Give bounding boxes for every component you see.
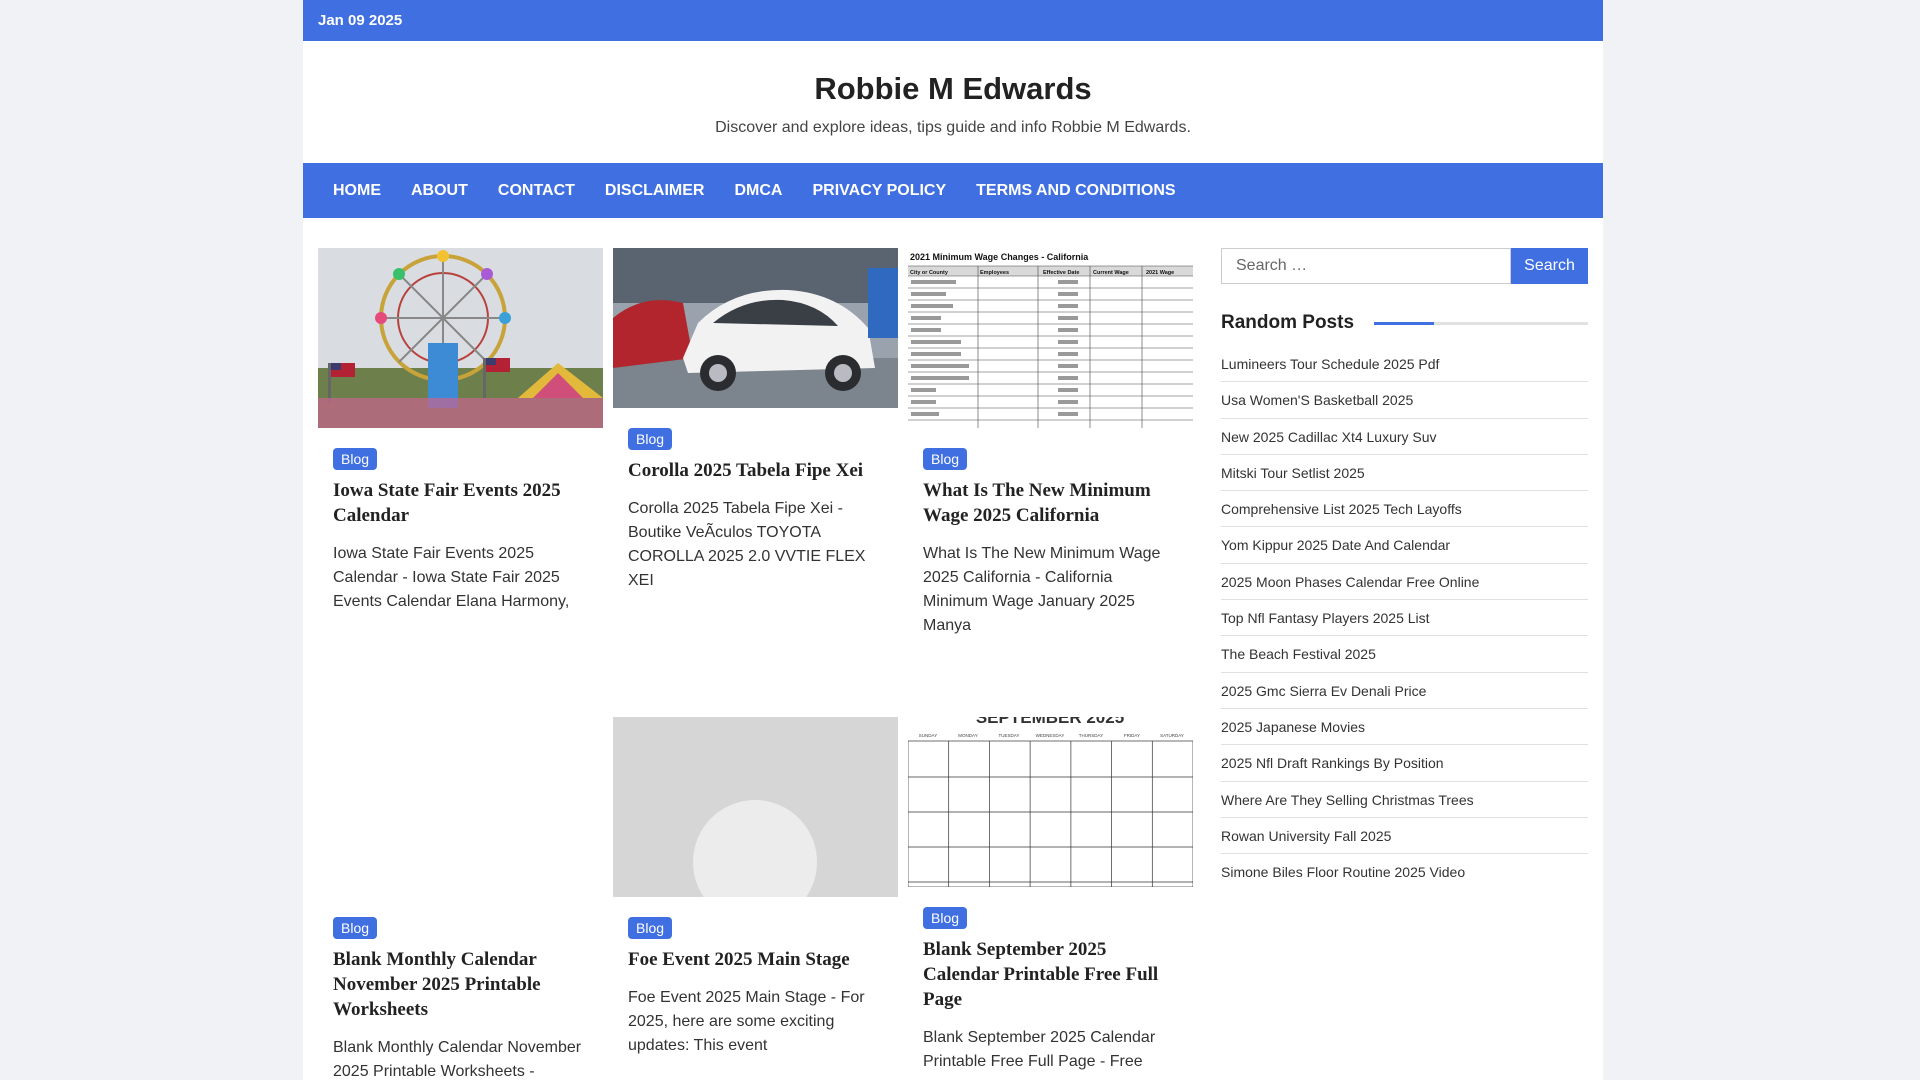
- random-post-link[interactable]: Usa Women'S Basketball 2025: [1221, 382, 1588, 419]
- site-title[interactable]: Robbie M Edwards: [303, 41, 1603, 107]
- wage-table-image: 2021 Minimum Wage Changes - California C…: [908, 248, 1193, 428]
- post-card: Blog Blank Monthly Calendar November 202…: [318, 717, 603, 1080]
- random-post-link[interactable]: Mitski Tour Setlist 2025: [1221, 455, 1588, 492]
- site-description: Discover and explore ideas, tips guide a…: [715, 119, 1191, 136]
- svg-text:Employees: Employees: [980, 270, 1009, 276]
- post-thumbnail[interactable]: SEPTEMBER 2025 SUNDAY MONDAY TUESDAY WED…: [908, 717, 1193, 887]
- calendar-image: SEPTEMBER 2025 SUNDAY MONDAY TUESDAY WED…: [908, 717, 1193, 887]
- random-post-link[interactable]: Where Are They Selling Christmas Trees: [1221, 782, 1588, 818]
- post-thumbnail[interactable]: [318, 717, 603, 897]
- random-post-link[interactable]: 2025 Moon Phases Calendar Free Online: [1221, 564, 1588, 601]
- svg-text:City or County: City or County: [910, 270, 949, 276]
- category-badge[interactable]: Blog: [628, 428, 673, 450]
- image-placeholder: [613, 717, 898, 897]
- post-card: SEPTEMBER 2025 SUNDAY MONDAY TUESDAY WED…: [908, 717, 1193, 1074]
- post-title[interactable]: Iowa State Fair Events 2025 Calendar: [318, 470, 603, 528]
- svg-text:Current Wage: Current Wage: [1093, 270, 1129, 276]
- post-excerpt: Blank Monthly Calendar November 2025 Pri…: [333, 1039, 582, 1080]
- post-title[interactable]: Foe Event 2025 Main Stage: [613, 939, 898, 972]
- svg-text:Effective Date: Effective Date: [1043, 270, 1079, 276]
- post-excerpt: Corolla 2025 Tabela Fipe Xei - Boutike V…: [628, 500, 866, 589]
- svg-text:TUESDAY: TUESDAY: [999, 733, 1020, 738]
- svg-text:WEDNESDAY: WEDNESDAY: [1036, 733, 1065, 738]
- nav-about[interactable]: ABOUT: [396, 163, 483, 218]
- post-thumbnail[interactable]: [613, 717, 898, 897]
- post-thumbnail[interactable]: [613, 248, 898, 408]
- svg-text:2021 Wage: 2021 Wage: [1146, 270, 1174, 276]
- category-badge[interactable]: Blog: [923, 907, 968, 929]
- ferris-wheel-image: [318, 248, 603, 428]
- top-bar: Jan 09 2025: [303, 0, 1603, 41]
- page-container: Jan 09 2025 Robbie M Edwards Discover an…: [303, 0, 1603, 1080]
- category-badge[interactable]: Blog: [923, 448, 968, 470]
- random-post-link[interactable]: Simone Biles Floor Routine 2025 Video: [1221, 854, 1588, 890]
- nav-privacy-policy[interactable]: PRIVACY POLICY: [797, 163, 961, 218]
- svg-text:SUNDAY: SUNDAY: [919, 733, 937, 738]
- post-card: Blog Corolla 2025 Tabela Fipe Xei Coroll…: [613, 248, 898, 593]
- random-post-link[interactable]: 2025 Gmc Sierra Ev Denali Price: [1221, 673, 1588, 709]
- category-badge[interactable]: Blog: [628, 917, 673, 939]
- post-thumbnail[interactable]: [318, 248, 603, 428]
- post-excerpt: Foe Event 2025 Main Stage - For 2025, he…: [628, 989, 865, 1054]
- post-title[interactable]: What Is The New Minimum Wage 2025 Califo…: [908, 470, 1193, 528]
- svg-text:FRIDAY: FRIDAY: [1124, 733, 1140, 738]
- random-posts-list: Lumineers Tour Schedule 2025 Pdf Usa Wom…: [1221, 346, 1588, 890]
- site-header: Robbie M Edwards Discover and explore id…: [303, 41, 1603, 163]
- random-post-link[interactable]: Lumineers Tour Schedule 2025 Pdf: [1221, 346, 1588, 383]
- nav-home[interactable]: HOME: [318, 163, 396, 218]
- nav-terms-and-conditions[interactable]: TERMS AND CONDITIONS: [961, 163, 1190, 218]
- post-card: Blog Foe Event 2025 Main Stage Foe Event…: [613, 717, 898, 1058]
- post-card: 2021 Minimum Wage Changes - California C…: [908, 248, 1193, 638]
- search-input[interactable]: [1221, 248, 1511, 284]
- svg-text:SATURDAY: SATURDAY: [1160, 733, 1184, 738]
- svg-text:THURSDAY: THURSDAY: [1079, 733, 1103, 738]
- heading-divider: [1374, 321, 1588, 325]
- random-post-link[interactable]: Rowan University Fall 2025: [1221, 818, 1588, 855]
- calendar-month: SEPTEMBER 2025: [976, 717, 1124, 727]
- nav-disclaimer[interactable]: DISCLAIMER: [590, 163, 720, 218]
- current-date: Jan 09 2025: [318, 12, 403, 29]
- random-post-link[interactable]: New 2025 Cadillac Xt4 Luxury Suv: [1221, 419, 1588, 455]
- random-posts-heading: Random Posts: [1221, 312, 1588, 334]
- post-title[interactable]: Blank September 2025 Calendar Printable …: [908, 929, 1193, 1012]
- white-car-image: [613, 248, 898, 408]
- random-posts-title: Random Posts: [1221, 312, 1355, 333]
- nav-contact[interactable]: CONTACT: [483, 163, 590, 218]
- svg-text:MONDAY: MONDAY: [958, 733, 977, 738]
- nav-dmca[interactable]: DMCA: [719, 163, 797, 218]
- random-post-link[interactable]: Yom Kippur 2025 Date And Calendar: [1221, 527, 1588, 564]
- post-thumbnail[interactable]: 2021 Minimum Wage Changes - California C…: [908, 248, 1193, 428]
- post-title[interactable]: Blank Monthly Calendar November 2025 Pri…: [318, 939, 603, 1022]
- main-navigation: HOME ABOUT CONTACT DISCLAIMER DMCA PRIVA…: [303, 163, 1603, 218]
- random-post-link[interactable]: Top Nfl Fantasy Players 2025 List: [1221, 600, 1588, 637]
- random-post-link[interactable]: 2025 Nfl Draft Rankings By Position: [1221, 745, 1588, 782]
- random-post-link[interactable]: Comprehensive List 2025 Tech Layoffs: [1221, 491, 1588, 528]
- category-badge[interactable]: Blog: [333, 917, 378, 939]
- random-post-link[interactable]: 2025 Japanese Movies: [1221, 709, 1588, 746]
- search-form: Search: [1221, 248, 1588, 284]
- post-excerpt: Blank September 2025 Calendar Printable …: [923, 1029, 1156, 1070]
- random-post-link[interactable]: The Beach Festival 2025: [1221, 636, 1588, 673]
- search-button[interactable]: Search: [1511, 248, 1588, 284]
- category-badge[interactable]: Blog: [333, 448, 378, 470]
- post-excerpt: Iowa State Fair Events 2025 Calendar - I…: [333, 545, 570, 610]
- post-excerpt: What Is The New Minimum Wage 2025 Califo…: [923, 545, 1161, 634]
- sidebar: Search Random Posts Lumineers Tour Sched…: [1221, 248, 1588, 890]
- post-title[interactable]: Corolla 2025 Tabela Fipe Xei: [613, 450, 898, 483]
- post-card: Blog Iowa State Fair Events 2025 Calenda…: [318, 248, 603, 614]
- wage-table-title: 2021 Minimum Wage Changes - California: [910, 252, 1089, 262]
